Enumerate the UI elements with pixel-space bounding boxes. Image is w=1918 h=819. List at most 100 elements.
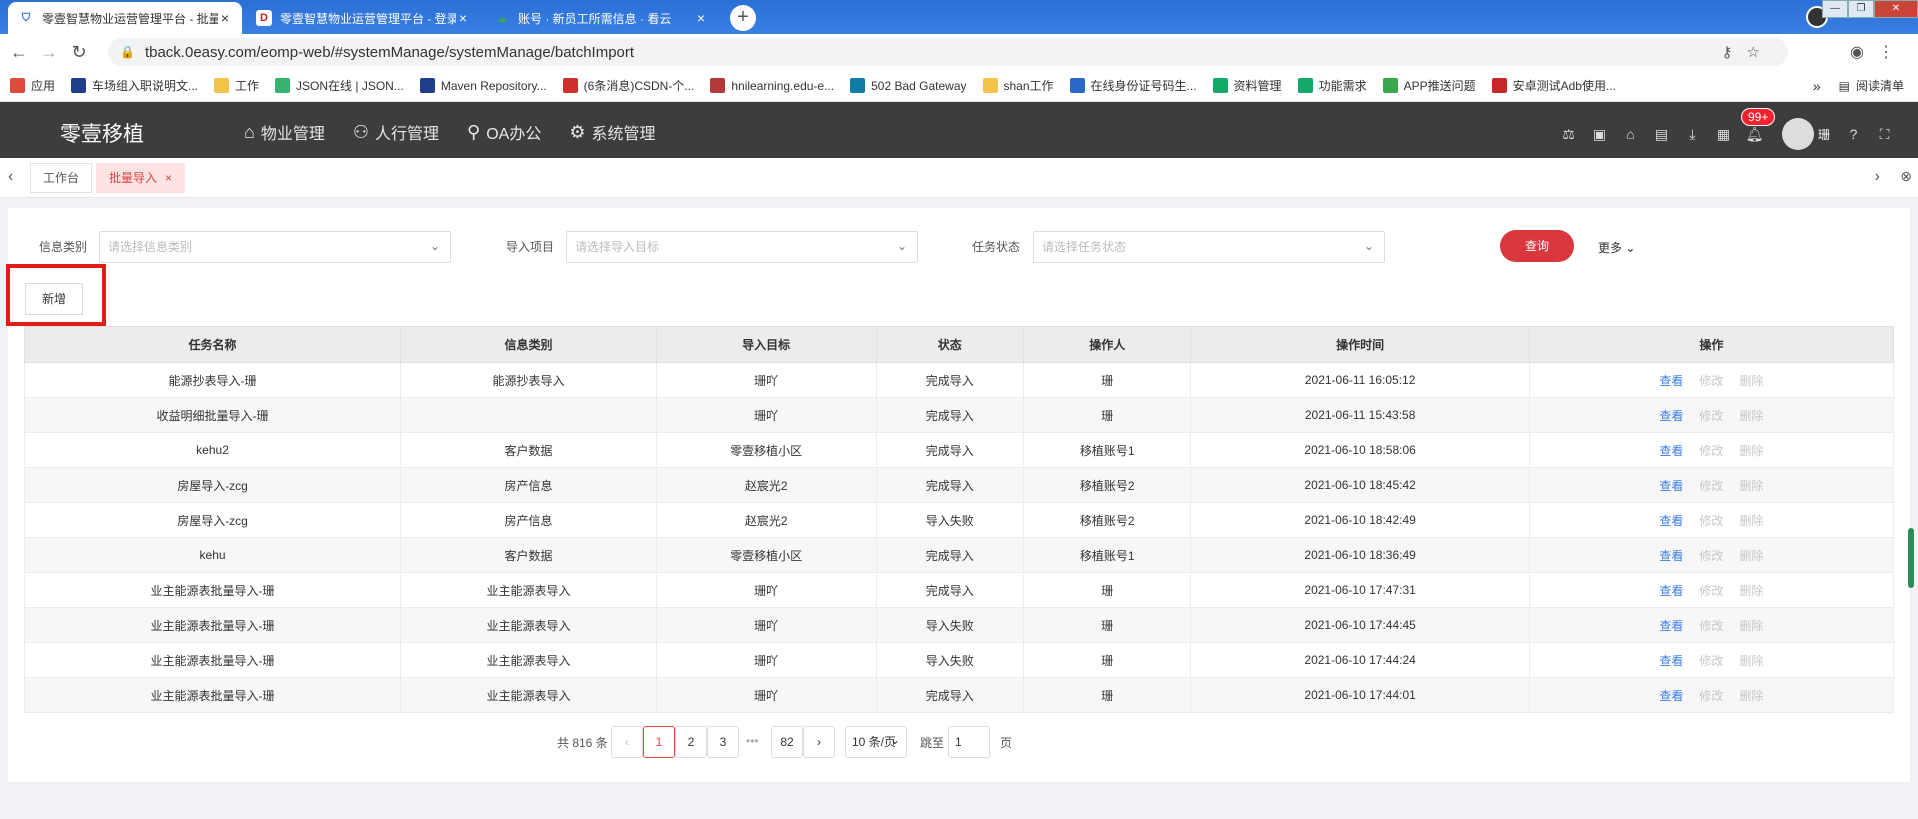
view-link[interactable]: 查看 [1659,514,1683,528]
edit-link[interactable]: 修改 [1699,514,1723,528]
delete-link[interactable]: 删除 [1739,689,1763,703]
bookmark-item[interactable]: APP推送问题 [1382,77,1476,94]
bookmark-item[interactable]: JSON在线 | JSON... [275,77,404,94]
nav-item-oa[interactable]: ⚲ OA办公 [467,120,541,144]
bookmark-item[interactable]: 502 Bad Gateway [850,78,967,93]
bookmark-item[interactable]: 应用 [10,77,55,94]
view-link[interactable]: 查看 [1659,689,1683,703]
delete-link[interactable]: 删除 [1739,444,1763,458]
view-link[interactable]: 查看 [1659,374,1683,388]
more-filters-toggle[interactable]: 更多 ⌄ [1598,239,1635,256]
edit-link[interactable]: 修改 [1699,689,1723,703]
info-type-select[interactable]: 请选择信息类别 ⌄ [99,231,451,263]
page-scrollbar[interactable] [1908,528,1914,588]
delete-link[interactable]: 删除 [1739,619,1763,633]
new-tab-button[interactable]: + [730,5,756,31]
view-link[interactable]: 查看 [1659,479,1683,493]
chart-icon[interactable]: ⚖ [1553,126,1584,143]
edit-link[interactable]: 修改 [1699,409,1723,423]
bookmark-item[interactable]: 在线身份证号码生... [1069,77,1197,94]
bookmark-item[interactable]: (6条消息)CSDN-个... [562,77,694,94]
edit-link[interactable]: 修改 [1699,444,1723,458]
close-icon[interactable]: × [165,171,172,185]
star-icon[interactable]: ☆ [1747,44,1774,61]
page-size-select[interactable]: 10 条/页 ⌄ [845,726,907,758]
task-status-select[interactable]: 请选择任务状态 ⌄ [1033,231,1385,263]
close-icon[interactable]: × [694,10,708,26]
page-2[interactable]: 2 [675,726,707,758]
nav-item-access[interactable]: ⚇ 人行管理 [353,120,439,144]
edit-link[interactable]: 修改 [1699,619,1723,633]
minimize-button[interactable]: — [1822,0,1848,18]
chevron-right-icon[interactable]: › [1875,168,1880,186]
bell-icon[interactable]: 🔔︎ [1739,126,1770,143]
add-button[interactable]: 新增 [25,283,83,315]
bookmark-item[interactable]: 工作 [214,77,259,94]
jump-input[interactable]: 1 [948,726,990,758]
delete-link[interactable]: 删除 [1739,409,1763,423]
reload-icon[interactable]: ↻ [64,42,94,63]
edit-link[interactable]: 修改 [1699,584,1723,598]
page-tab-batch-import[interactable]: 批量导入 × [96,163,186,193]
url-omnibox[interactable]: 🔒 tback.0easy.com/eomp-web/#systemManage… [108,38,1788,66]
download-icon[interactable]: ⤓ [1677,126,1708,143]
kebab-menu-icon[interactable]: ⋮ [1878,44,1908,61]
bookmark-item[interactable]: Maven Repository... [419,78,547,93]
page-last[interactable]: 82 [771,726,803,758]
lock-icon[interactable]: ⌂ [1615,126,1646,142]
reading-list[interactable]: » ▤ 阅读清单 [1813,77,1904,94]
view-link[interactable]: 查看 [1659,549,1683,563]
page-3[interactable]: 3 [707,726,739,758]
view-link[interactable]: 查看 [1659,409,1683,423]
delete-link[interactable]: 删除 [1739,374,1763,388]
delete-link[interactable]: 删除 [1739,584,1763,598]
page-1[interactable]: 1 [643,726,675,758]
fullscreen-icon[interactable]: ⛶ [1869,126,1900,143]
edit-link[interactable]: 修改 [1699,374,1723,388]
app-logo[interactable]: 零壹移植 [60,118,144,148]
import-item-select[interactable]: 请选择导入目标 ⌄ [566,231,918,263]
nav-item-system[interactable]: ⚙ 系统管理 [569,120,655,144]
avatar[interactable] [1781,118,1814,150]
user-name[interactable]: 珊 [1818,126,1830,143]
delete-link[interactable]: 删除 [1739,654,1763,668]
view-link[interactable]: 查看 [1659,584,1683,598]
nav-item-property[interactable]: ⌂ 物业管理 [244,120,325,144]
bookmark-item[interactable]: 资料管理 [1212,77,1282,94]
delete-link[interactable]: 删除 [1739,549,1763,563]
bookmark-item[interactable]: hnilearning.edu-e... [710,78,834,93]
close-icon[interactable]: × [456,10,470,26]
forward-arrow-icon[interactable]: → [34,42,64,63]
next-page-button[interactable]: › [803,726,835,758]
view-link[interactable]: 查看 [1659,444,1683,458]
bookmark-item[interactable]: 安卓测试Adb使用... [1491,77,1616,94]
bookmark-item[interactable]: shan工作 [982,77,1054,94]
page-ellipsis[interactable]: ••• [746,734,759,748]
edit-link[interactable]: 修改 [1699,654,1723,668]
chevron-double-right-icon[interactable]: » [1813,78,1821,94]
page-tab-workbench[interactable]: 工作台 [30,163,93,193]
window-close-button[interactable]: ✕ [1874,0,1918,18]
maximize-button[interactable]: ❐ [1848,0,1874,18]
browser-tab-login[interactable]: D 零壹智慧物业运营管理平台 - 登录 × [246,2,480,34]
bookmark-item[interactable]: 车场组入职说明文... [71,77,198,94]
key-icon[interactable]: ⚷ [1722,44,1747,61]
browser-tab-kancloud[interactable]: ☁ 账号 · 新员工所需信息 · 看云 × [484,2,718,34]
delete-link[interactable]: 删除 [1739,479,1763,493]
account-icon[interactable]: ◉ [1850,44,1878,61]
delete-link[interactable]: 删除 [1739,514,1763,528]
prev-page-button[interactable]: ‹ [611,726,643,758]
back-arrow-icon[interactable]: ← [4,42,34,63]
view-link[interactable]: 查看 [1659,619,1683,633]
folder-icon[interactable]: ▤ [1646,126,1677,143]
view-link[interactable]: 查看 [1659,654,1683,668]
close-all-icon[interactable]: ⊗ [1900,168,1912,185]
edit-link[interactable]: 修改 [1699,479,1723,493]
query-button[interactable]: 查询 [1500,230,1574,262]
chevron-left-icon[interactable]: ‹ [8,168,13,186]
contact-icon[interactable]: ▦ [1708,126,1739,143]
help-icon[interactable]: ? [1838,126,1869,142]
edit-link[interactable]: 修改 [1699,549,1723,563]
browser-tab-batch-import[interactable]: ⛉ 零壹智慧物业运营管理平台 - 批量 × [8,2,242,34]
close-icon[interactable]: × [218,10,232,26]
